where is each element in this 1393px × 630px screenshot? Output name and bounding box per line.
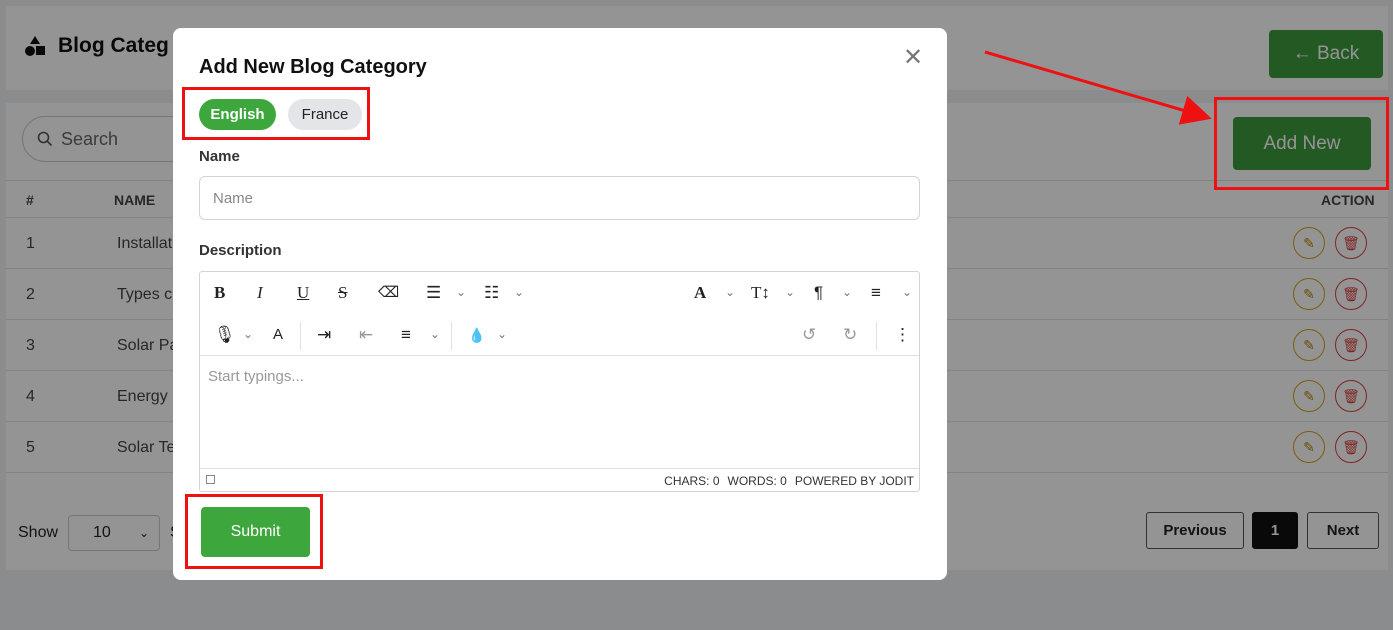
annotation-arrow: [984, 50, 1212, 125]
